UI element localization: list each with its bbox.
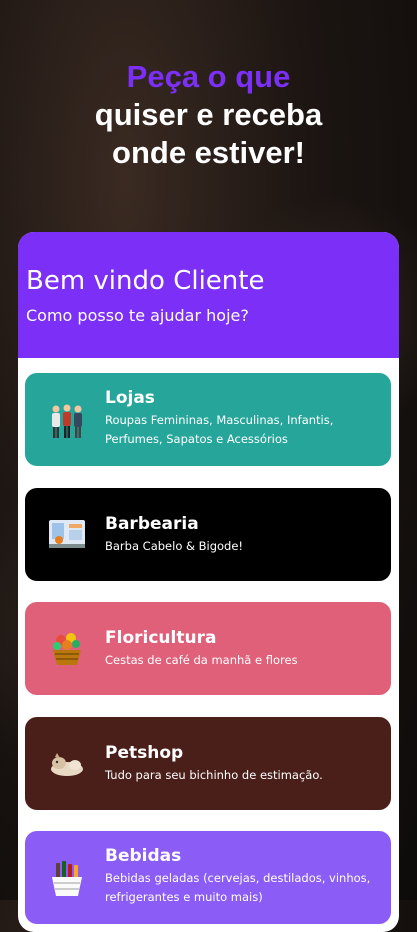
category-floricultura[interactable]: Floricultura Cestas de café da manhã e f… <box>25 602 391 695</box>
pet-icon <box>51 753 83 776</box>
category-lojas[interactable]: Lojas Roupas Femininas, Masculinas, Infa… <box>25 373 391 466</box>
welcome-title: Bem vindo Cliente <box>26 266 265 296</box>
welcome-subtitle: Como posso te ajudar hoje? <box>26 306 249 325</box>
headline-line-2: quiser e receba <box>94 97 323 132</box>
welcome-header: Bem vindo Cliente Como posso te ajudar h… <box>18 232 399 358</box>
category-name: Lojas <box>105 388 155 408</box>
category-description: Barba Cabelo & Bigode! <box>105 539 244 553</box>
category-name: Floricultura <box>105 628 217 648</box>
category-description: Roupas Femininas, Masculinas, Infantis, … <box>105 413 334 446</box>
main-card: Bem vindo Cliente Como posso te ajudar h… <box>18 232 399 932</box>
drinks-basket-icon <box>52 861 82 896</box>
category-description: Tudo para seu bichinho de estimação. <box>105 768 323 782</box>
hero-headline: Peça o que quiser e receba onde estiver! <box>0 58 417 172</box>
category-description: Cestas de café da manhã e flores <box>105 653 298 667</box>
category-name: Bebidas <box>105 846 182 866</box>
category-name: Barbearia <box>105 514 199 534</box>
category-description: Bebidas geladas (cervejas, destilados, v… <box>105 871 371 904</box>
category-bebidas[interactable]: Bebidas Bebidas geladas (cervejas, desti… <box>25 831 391 924</box>
flower-basket-icon <box>53 633 81 665</box>
category-name: Petshop <box>105 743 184 763</box>
headline-accent: Peça o que <box>126 59 291 94</box>
category-petshop[interactable]: Petshop Tudo para seu bichinho de estima… <box>25 717 391 810</box>
category-barbearia[interactable]: Barbearia Barba Cabelo & Bigode! <box>25 488 391 581</box>
barber-shop-icon <box>49 520 85 548</box>
people-shopping-icon <box>52 404 82 438</box>
headline-line-3: onde estiver! <box>112 135 305 170</box>
